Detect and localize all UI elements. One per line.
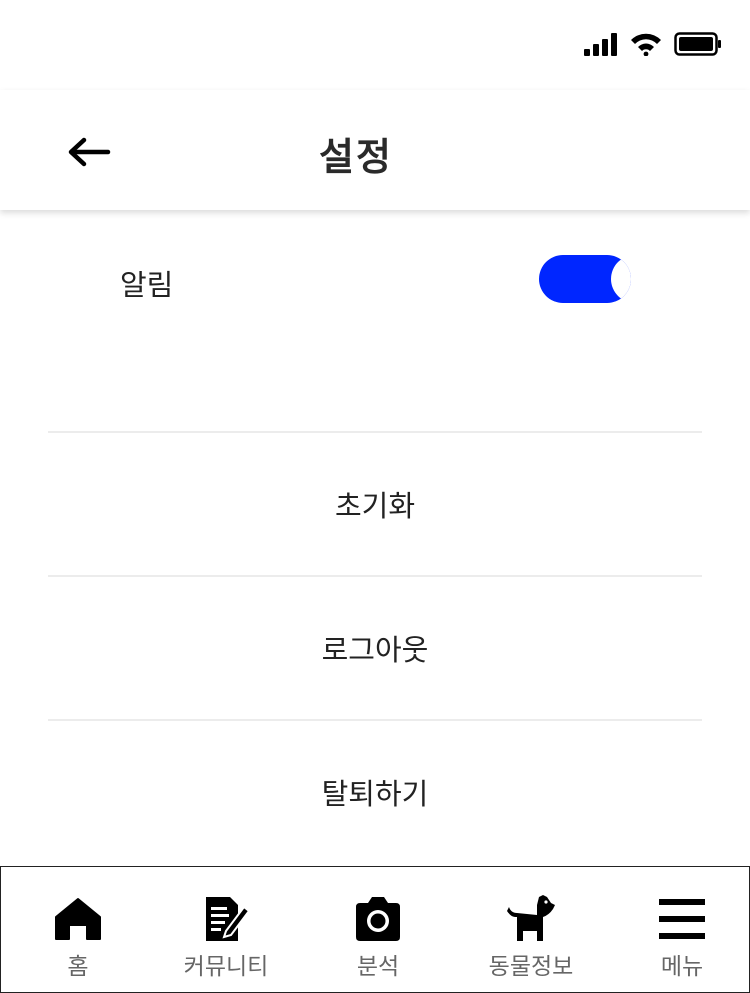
- notification-row: 알림: [0, 210, 750, 432]
- bottom-tab-bar: 홈 커뮤니티 분석 동물정보 메뉴: [0, 866, 750, 993]
- status-icons: [584, 32, 722, 56]
- settings-content: 알림 초기화 로그아웃 탈퇴하기: [0, 210, 750, 866]
- tab-animal-info[interactable]: 동물정보: [456, 867, 606, 993]
- notification-toggle[interactable]: [539, 255, 631, 303]
- dog-icon: [507, 895, 555, 941]
- tab-label: 홈: [67, 954, 89, 980]
- tab-home[interactable]: 홈: [3, 867, 153, 993]
- page-title-text: 설정: [319, 135, 393, 179]
- reset-button[interactable]: 초기화: [0, 432, 750, 576]
- withdraw-button[interactable]: 탈퇴하기: [0, 720, 750, 864]
- battery-icon: [674, 32, 721, 56]
- logout-button[interactable]: 로그아웃: [0, 576, 750, 720]
- tab-label: 메뉴: [660, 954, 704, 980]
- tab-analysis[interactable]: 분석: [303, 867, 453, 993]
- camera-icon: [356, 897, 400, 941]
- tab-label: 동물정보: [488, 954, 574, 980]
- page-title: 설정: [0, 126, 750, 181]
- menu-icon: [659, 899, 705, 939]
- tab-label: 커뮤니티: [183, 954, 269, 980]
- wifi-icon: [631, 33, 661, 56]
- tab-label: 분석: [356, 954, 400, 980]
- status-bar: [0, 0, 750, 90]
- tab-community[interactable]: 커뮤니티: [151, 867, 301, 993]
- notification-label: 알림: [120, 268, 174, 302]
- home-icon: [55, 898, 101, 940]
- signal-icon: [584, 33, 617, 56]
- header: 설정: [0, 90, 750, 210]
- edit-note-icon: [206, 897, 251, 941]
- toggle-knob: [611, 255, 631, 303]
- tab-menu[interactable]: 메뉴: [607, 867, 750, 993]
